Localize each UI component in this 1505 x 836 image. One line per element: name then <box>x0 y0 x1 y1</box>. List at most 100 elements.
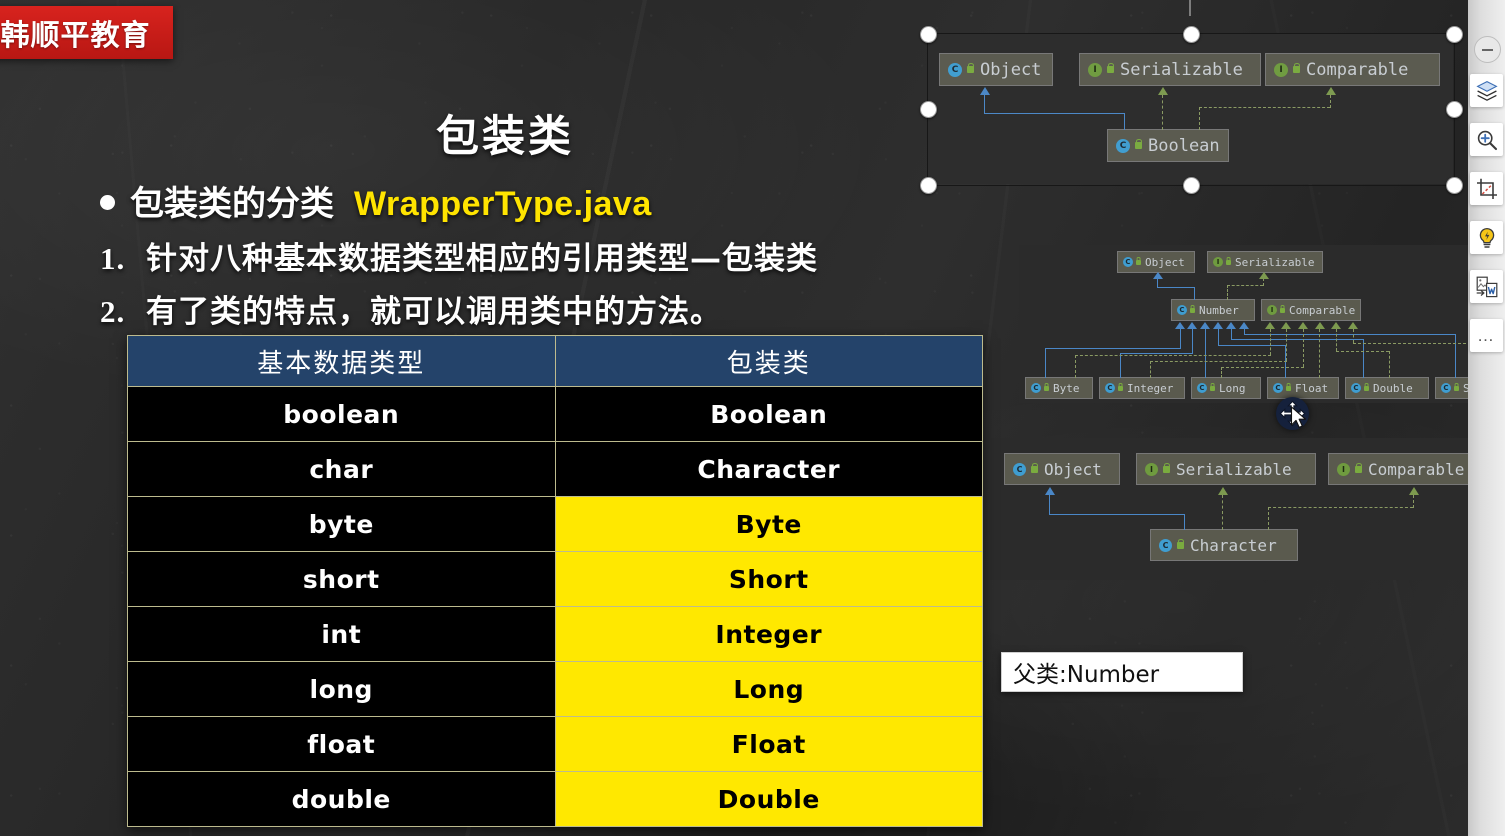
edge-byte-comparable <box>1270 329 1271 355</box>
uml-node-label: Double <box>1373 381 1413 395</box>
table-header-row: 基本数据类型 包装类 <box>127 335 983 387</box>
edge-double-comparable <box>1336 329 1337 351</box>
lock-icon <box>1118 385 1123 391</box>
table-row: boolean Boolean <box>127 386 983 442</box>
wrapper-type-table: 基本数据类型 包装类 boolean Boolean char Characte… <box>127 335 983 827</box>
uml-node-label: Comparable <box>1368 459 1465 479</box>
diagram-character-hierarchy[interactable]: C Object I Serializable I Comparable C C… <box>990 438 1505 580</box>
arrowhead-icon <box>1226 322 1236 329</box>
rotate-icon <box>1177 0 1203 4</box>
lock-icon <box>1280 307 1285 313</box>
edge-byte-number <box>1045 348 1181 349</box>
selection-handle-tr[interactable] <box>1446 26 1463 43</box>
edge-number-object <box>1157 278 1158 288</box>
bullet-item-2: 2. 有了类的特点，就可以调用类中的方法。 <box>100 286 818 331</box>
bullet-dot-icon <box>100 195 115 210</box>
note-text: 父类:Number <box>1013 662 1160 688</box>
selection-handle-bl[interactable] <box>920 177 937 194</box>
edge-double-number <box>1231 329 1232 339</box>
arrowhead-icon <box>1315 322 1325 329</box>
table-row: int Integer <box>127 606 983 662</box>
edge-float-comparable <box>1319 329 1320 378</box>
toolbar-item-more[interactable]: … <box>1470 319 1503 352</box>
diagram-number-hierarchy[interactable]: C Object I Serializable C Number I Compa… <box>1019 245 1505 403</box>
selection-frame <box>927 33 1455 186</box>
class-badge-icon: C <box>1273 383 1283 393</box>
bullet-text-1: 针对八种基本数据类型相应的引用类型—包装类 <box>146 241 818 277</box>
edge-number-serializable <box>1227 285 1263 286</box>
toolbar-item-layers[interactable] <box>1470 74 1503 107</box>
arrowhead-icon <box>1153 272 1163 279</box>
selection-handle-mr[interactable] <box>1446 101 1463 118</box>
edge-byte-comparable <box>1075 355 1271 356</box>
mouse-pointer-icon <box>1290 406 1307 428</box>
edge-float-number <box>1218 329 1219 345</box>
uml-node-label: Character <box>1190 535 1277 555</box>
uml-node-long: C Long <box>1191 377 1261 399</box>
cell-wrapper: Character <box>554 441 983 497</box>
edge-short-number <box>1455 334 1456 378</box>
uml-node-serializable: I Serializable <box>1136 453 1316 485</box>
bullet-list: 包装类的分类 WrapperType.java 1. 针对八种基本数据类型相应的… <box>100 176 818 331</box>
lock-icon <box>1177 541 1184 549</box>
cell-wrapper: Integer <box>554 606 983 662</box>
table-row: byte Byte <box>127 496 983 552</box>
collapse-panel-button[interactable] <box>1474 36 1501 63</box>
selection-handle-br[interactable] <box>1446 177 1463 194</box>
selection-handle-bc[interactable] <box>1183 177 1200 194</box>
export-to-doc-icon <box>1476 276 1497 297</box>
uml-node-object: C Object <box>1117 251 1195 273</box>
arrowhead-icon <box>1175 322 1185 329</box>
class-badge-icon: C <box>1159 538 1172 552</box>
page-title: 包装类 <box>436 112 574 162</box>
edge-short-comparable <box>1353 343 1481 344</box>
table-row: double Double <box>127 771 983 827</box>
toolbar-item-crop[interactable] <box>1470 172 1503 205</box>
uml-node-double: C Double <box>1345 377 1429 399</box>
edge-character-comparable <box>1268 507 1269 530</box>
toolbar-item-zoom-in[interactable] <box>1470 123 1503 156</box>
lock-icon <box>1136 259 1141 265</box>
rotate-handle[interactable] <box>1177 0 1203 20</box>
selection-handle-tl[interactable] <box>920 26 937 43</box>
cell-wrapper: Short <box>554 551 983 607</box>
class-badge-icon: C <box>1123 257 1133 267</box>
edge-byte-comparable <box>1075 355 1076 378</box>
class-badge-icon: C <box>1177 305 1187 315</box>
toolbar-item-export-to-doc[interactable] <box>1470 270 1503 303</box>
uml-node-label: Serializable <box>1235 255 1315 269</box>
edge-long-number <box>1205 329 1206 378</box>
arrowhead-icon <box>1218 487 1228 495</box>
edge-number-object <box>1157 287 1195 288</box>
note-parent-class: 父类:Number <box>1001 652 1243 692</box>
lock-icon <box>1044 385 1049 391</box>
brand-banner-text: 韩顺平教育 <box>0 17 151 52</box>
lock-icon <box>1355 465 1362 473</box>
edge-number-serializable <box>1263 278 1264 286</box>
uml-node-float: C Float <box>1267 377 1339 399</box>
toolbar-item-smart-tools[interactable] <box>1470 221 1503 254</box>
edge-integer-comparable <box>1286 329 1287 361</box>
cell-primitive: long <box>127 661 556 717</box>
cell-wrapper: Float <box>554 716 983 772</box>
slide-canvas: 韩顺平教育 包装类 包装类的分类 WrapperType.java 1. 针对八… <box>0 0 1505 836</box>
cell-primitive: int <box>127 606 556 662</box>
bullet-number-1: 1. <box>100 241 126 276</box>
selection-handle-ml[interactable] <box>920 101 937 118</box>
crop-icon <box>1476 178 1497 199</box>
selection-handle-tc[interactable] <box>1183 26 1200 43</box>
uml-node-number: C Number <box>1171 299 1255 321</box>
edge-number-object <box>1194 287 1195 300</box>
edge-double-comparable <box>1389 351 1390 378</box>
lock-icon <box>1163 465 1170 473</box>
cell-wrapper: Boolean <box>554 386 983 442</box>
uml-node-label: Byte <box>1053 381 1080 395</box>
more-icon: … <box>1477 326 1496 345</box>
edge-byte-number <box>1180 329 1181 348</box>
table-row: long Long <box>127 661 983 717</box>
class-badge-icon: C <box>1351 383 1361 393</box>
edge-integer-number <box>1120 353 1121 378</box>
uml-node-character: C Character <box>1150 529 1298 561</box>
edge-integer-number <box>1120 353 1193 354</box>
table-row: char Character <box>127 441 983 497</box>
